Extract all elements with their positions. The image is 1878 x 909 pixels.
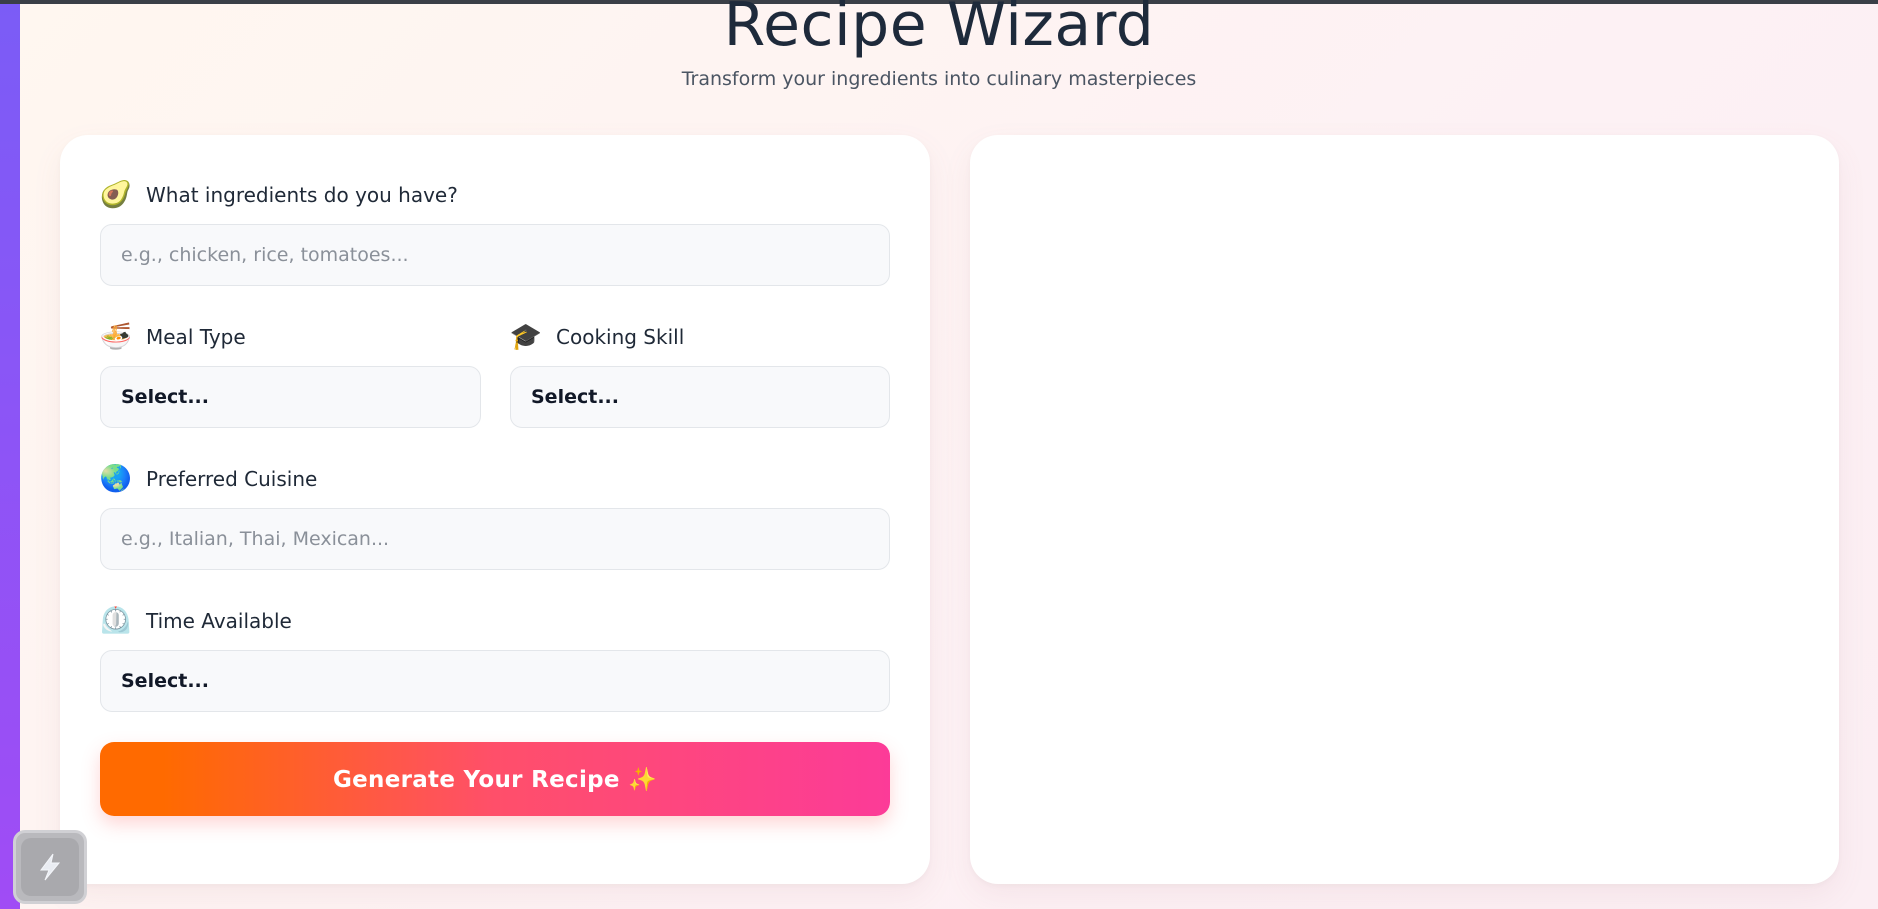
widget-inner: [21, 838, 79, 896]
time-value: Select...: [121, 670, 209, 692]
noodle-bowl-icon: 🍜: [99, 322, 133, 352]
meal-type-select[interactable]: Select...: [100, 366, 481, 428]
cuisine-input[interactable]: e.g., Italian, Thai, Mexican...: [100, 508, 890, 570]
cooking-skill-value: Select...: [531, 386, 619, 408]
recipe-result-card: [970, 135, 1839, 884]
meal-type-label-row: 🍜 Meal Type: [100, 320, 246, 354]
avocado-icon: 🥑: [99, 180, 133, 210]
time-label: Time Available: [146, 609, 292, 633]
cooking-skill-label-row: 🎓 Cooking Skill: [510, 320, 684, 354]
floating-widget-button[interactable]: [13, 830, 87, 904]
page-subtitle: Transform your ingredients into culinary…: [681, 68, 1197, 90]
meal-type-value: Select...: [121, 386, 209, 408]
graduation-cap-icon: 🎓: [509, 322, 543, 352]
side-accent-strip: [0, 4, 20, 909]
cooking-skill-select[interactable]: Select...: [510, 366, 890, 428]
lightning-icon: [40, 853, 61, 881]
generate-recipe-button[interactable]: Generate Your Recipe ✨: [100, 742, 890, 816]
ingredients-placeholder: e.g., chicken, rice, tomatoes...: [121, 244, 409, 266]
globe-icon: 🌏: [99, 464, 133, 494]
page-title: Recipe Wizard: [723, 0, 1155, 60]
cuisine-label-row: 🌏 Preferred Cuisine: [99, 462, 318, 496]
recipe-form-card: 🥑 What ingredients do you have? e.g., ch…: [60, 135, 930, 884]
time-label-row: ⏲️ Time Available: [100, 604, 292, 638]
ingredients-label-row: 🥑 What ingredients do you have?: [100, 178, 458, 212]
meal-type-label: Meal Type: [146, 325, 246, 349]
cuisine-label: Preferred Cuisine: [146, 467, 318, 491]
ingredients-label: What ingredients do you have?: [146, 183, 458, 207]
cooking-skill-label: Cooking Skill: [556, 325, 685, 349]
time-select[interactable]: Select...: [100, 650, 890, 712]
timer-clock-icon: ⏲️: [99, 606, 133, 636]
cuisine-placeholder: e.g., Italian, Thai, Mexican...: [121, 528, 390, 550]
ingredients-input[interactable]: e.g., chicken, rice, tomatoes...: [100, 224, 890, 286]
